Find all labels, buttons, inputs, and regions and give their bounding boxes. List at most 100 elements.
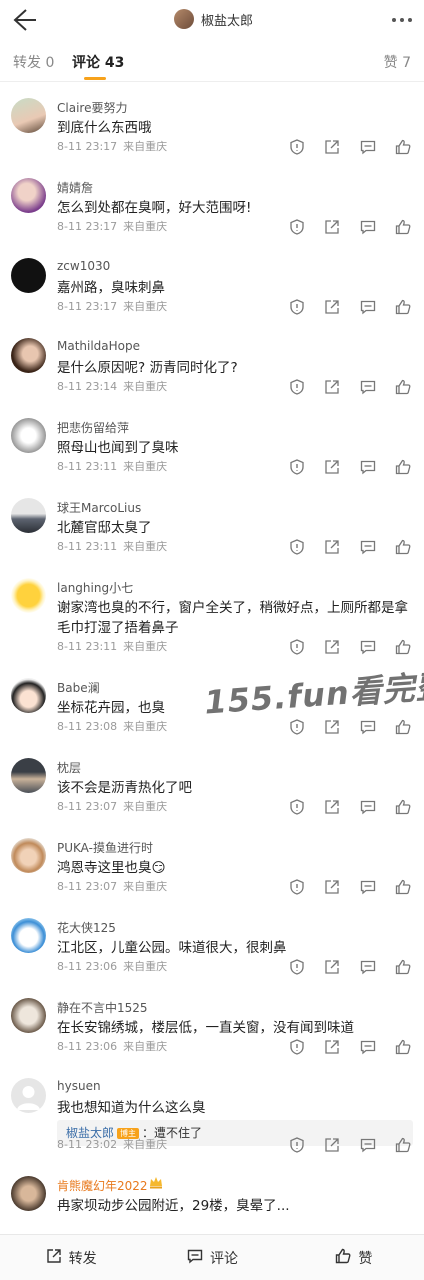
avatar[interactable]: [11, 838, 46, 873]
share-icon[interactable]: [323, 458, 341, 476]
avatar[interactable]: [11, 258, 46, 293]
comment-icon[interactable]: [359, 798, 377, 816]
comment-item[interactable]: 球王MarcoLius 北麓官邸太臭了 8-11 23:11 来自重庆: [0, 488, 424, 568]
report-icon[interactable]: [288, 878, 306, 896]
comment-item[interactable]: PUKA-摸鱼进行时 鸿恩寺这里也臭😏 8-11 23:07 来自重庆: [0, 828, 424, 908]
share-icon[interactable]: [323, 538, 341, 556]
share-icon[interactable]: [323, 218, 341, 236]
report-icon[interactable]: [288, 1136, 306, 1154]
share-icon[interactable]: [323, 958, 341, 976]
comment-icon[interactable]: [359, 638, 377, 656]
comment-author[interactable]: 花大侠125: [57, 919, 116, 936]
share-icon[interactable]: [323, 718, 341, 736]
share-icon[interactable]: [323, 1136, 341, 1154]
comment-author[interactable]: 静在不言中1525: [57, 999, 148, 1016]
comment-item[interactable]: 枕层 该不会是沥青热化了吧 8-11 23:07 来自重庆: [0, 748, 424, 828]
comment-author[interactable]: langhing小七: [57, 579, 133, 596]
report-icon[interactable]: [288, 798, 306, 816]
report-icon[interactable]: [288, 298, 306, 316]
comment-author[interactable]: 肯熊魔幻年2022: [57, 1177, 148, 1194]
avatar[interactable]: [11, 1176, 46, 1211]
like-icon[interactable]: [394, 538, 412, 556]
comment-author[interactable]: MathildaHope: [57, 339, 140, 353]
comment-icon[interactable]: [359, 138, 377, 156]
share-icon[interactable]: [323, 1038, 341, 1056]
avatar[interactable]: [11, 918, 46, 953]
avatar[interactable]: [11, 578, 46, 613]
avatar[interactable]: [11, 498, 46, 533]
tab-like[interactable]: 赞 7: [384, 52, 411, 72]
share-icon[interactable]: [323, 298, 341, 316]
avatar[interactable]: [11, 98, 46, 133]
report-icon[interactable]: [288, 538, 306, 556]
comment-item[interactable]: 婧婧詹 怎么到处都在臭啊，好大范围呀! 8-11 23:17 来自重庆: [0, 168, 424, 248]
comment-icon[interactable]: [359, 1136, 377, 1154]
more-options-icon[interactable]: [390, 10, 414, 30]
comment-icon[interactable]: [359, 1038, 377, 1056]
like-icon[interactable]: [394, 638, 412, 656]
back-arrow-icon[interactable]: [6, 4, 38, 36]
tab-repost[interactable]: 转发 0: [13, 52, 54, 72]
comment-icon[interactable]: [359, 718, 377, 736]
comment-item[interactable]: langhing小七 谢家湾也臭的不行，窗户全关了，稍微好点，上厕所都是拿毛巾打…: [0, 568, 424, 668]
comment-item[interactable]: 静在不言中1525 在长安锦绣城，楼层低，一直关窗，没有闻到味道 8-11 23…: [0, 988, 424, 1068]
comment-author[interactable]: Claire要努力: [57, 99, 127, 116]
comment-author[interactable]: 婧婧詹: [57, 179, 93, 196]
comment-author[interactable]: Babe澜: [57, 679, 100, 696]
tab-comment[interactable]: 评论 43: [72, 52, 124, 72]
share-icon[interactable]: [323, 878, 341, 896]
comment-author[interactable]: 球王MarcoLius: [57, 499, 141, 516]
comment-item[interactable]: 花大侠125 江北区，儿童公园。味道很大，很刺鼻 8-11 23:06 来自重庆: [0, 908, 424, 988]
share-icon[interactable]: [323, 378, 341, 396]
comment-item[interactable]: hysuen 我也想知道为什么这么臭 椒盐太郎 博主 ：遭不住了 8-11 23:0…: [0, 1068, 424, 1166]
comment-icon[interactable]: [359, 958, 377, 976]
post-author-chip[interactable]: 椒盐太郎: [174, 8, 253, 30]
avatar[interactable]: [11, 338, 46, 373]
avatar[interactable]: [11, 418, 46, 453]
comment-item[interactable]: Claire要努力 到底什么东西哦 8-11 23:17 来自重庆: [0, 88, 424, 168]
comment-item[interactable]: zcw1030 嘉州路，臭味刺鼻 8-11 23:17 来自重庆: [0, 248, 424, 328]
share-icon[interactable]: [323, 138, 341, 156]
share-icon[interactable]: [323, 798, 341, 816]
report-icon[interactable]: [288, 958, 306, 976]
comment-author[interactable]: 把悲伤留给萍: [57, 419, 129, 436]
comment-icon[interactable]: [359, 878, 377, 896]
like-icon[interactable]: [394, 798, 412, 816]
comment-icon[interactable]: [359, 458, 377, 476]
like-icon[interactable]: [394, 218, 412, 236]
report-icon[interactable]: [288, 138, 306, 156]
comment-author[interactable]: 枕层: [57, 759, 81, 776]
avatar[interactable]: [11, 1078, 46, 1113]
comment-icon[interactable]: [359, 538, 377, 556]
like-icon[interactable]: [394, 458, 412, 476]
comment-author[interactable]: hysuen: [57, 1079, 101, 1093]
report-icon[interactable]: [288, 378, 306, 396]
avatar[interactable]: [11, 678, 46, 713]
report-icon[interactable]: [288, 1038, 306, 1056]
comment-button[interactable]: 评论: [141, 1235, 282, 1280]
like-icon[interactable]: [394, 1136, 412, 1154]
comment-icon[interactable]: [359, 378, 377, 396]
avatar[interactable]: [11, 998, 46, 1033]
share-icon[interactable]: [323, 638, 341, 656]
comment-icon[interactable]: [359, 298, 377, 316]
comment-item[interactable]: 肯熊魔幻年2022 冉家坝动步公园附近，29楼，臭晕了...: [0, 1166, 424, 1226]
like-icon[interactable]: [394, 378, 412, 396]
report-icon[interactable]: [288, 718, 306, 736]
report-icon[interactable]: [288, 638, 306, 656]
comment-item[interactable]: 把悲伤留给萍 照母山也闻到了臭味 8-11 23:11 来自重庆: [0, 408, 424, 488]
comment-author[interactable]: PUKA-摸鱼进行时: [57, 839, 153, 856]
like-icon[interactable]: [394, 878, 412, 896]
comment-icon[interactable]: [359, 218, 377, 236]
like-icon[interactable]: [394, 298, 412, 316]
like-icon[interactable]: [394, 138, 412, 156]
avatar[interactable]: [11, 758, 46, 793]
like-icon[interactable]: [394, 718, 412, 736]
repost-button[interactable]: 转发: [0, 1235, 141, 1280]
comment-item[interactable]: MathildaHope 是什么原因呢? 沥青同时化了? 8-11 23:14 来…: [0, 328, 424, 408]
report-icon[interactable]: [288, 218, 306, 236]
avatar[interactable]: [11, 178, 46, 213]
report-icon[interactable]: [288, 458, 306, 476]
like-button[interactable]: 赞: [283, 1235, 424, 1280]
like-icon[interactable]: [394, 1038, 412, 1056]
